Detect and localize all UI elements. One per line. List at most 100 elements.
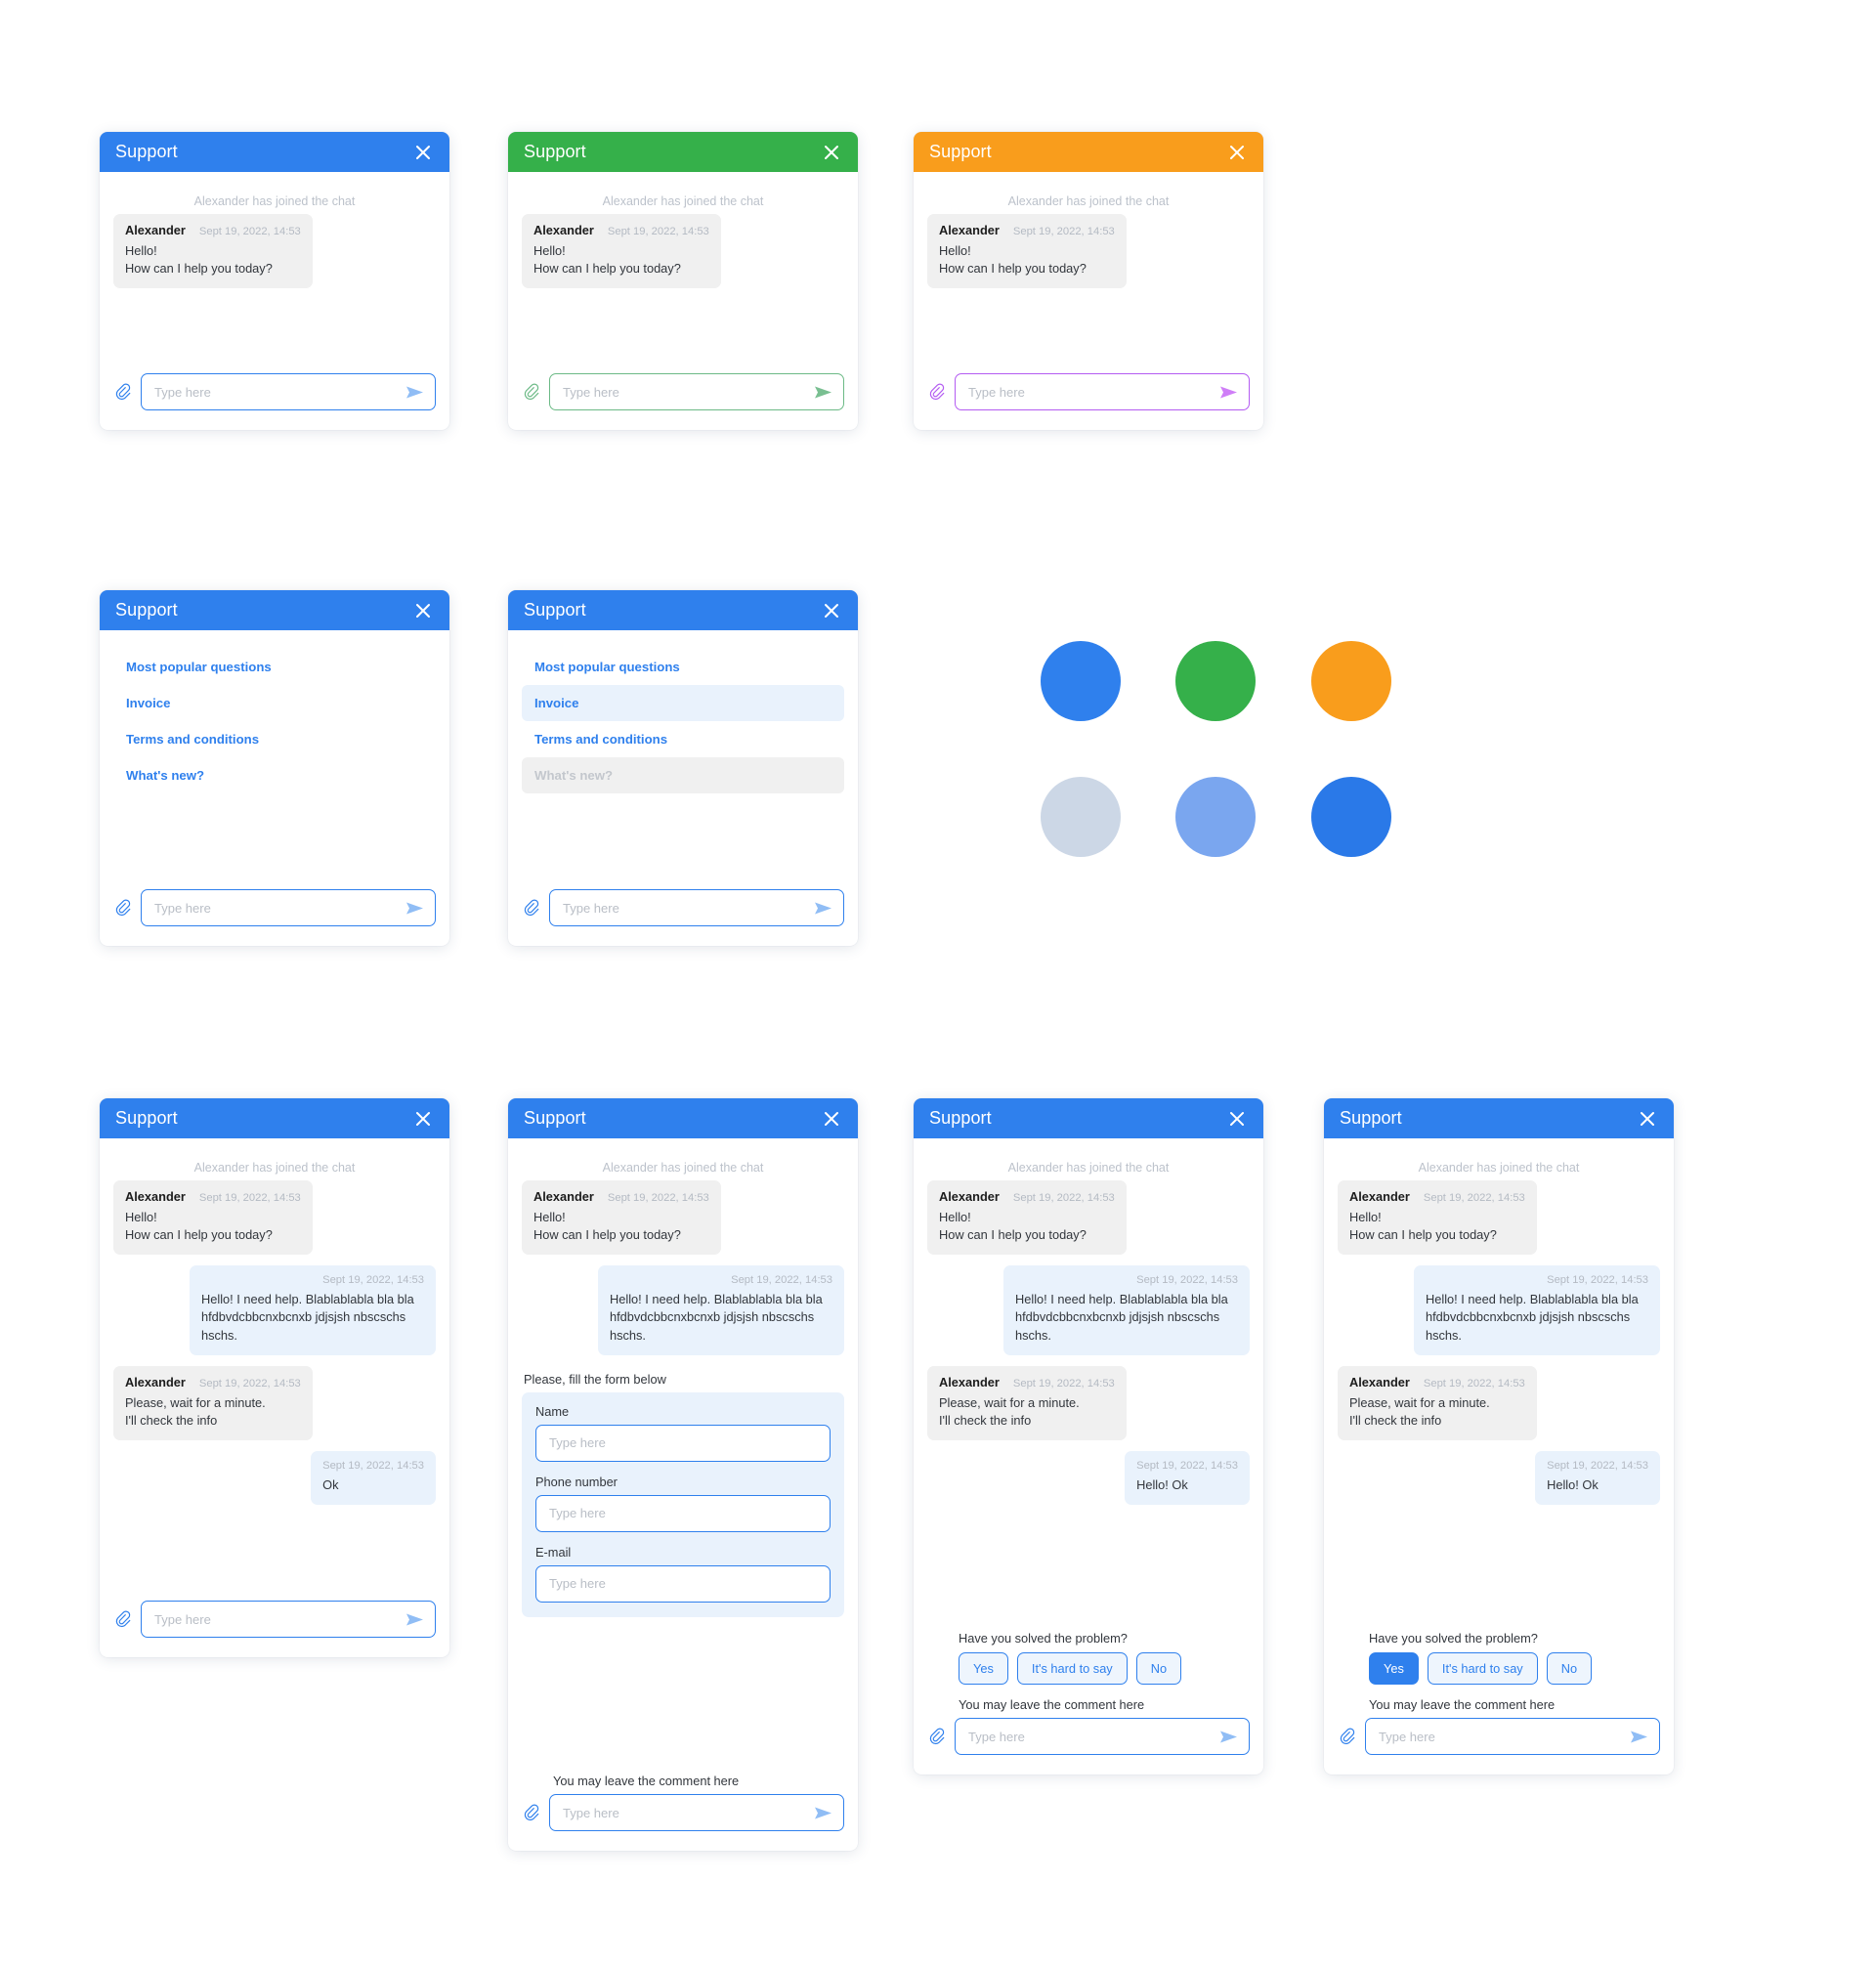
paperclip-icon[interactable]: [524, 899, 540, 918]
survey-option-its-hard-to-say[interactable]: It's hard to say: [1427, 1652, 1538, 1685]
comment-input[interactable]: Type here: [1365, 1718, 1660, 1755]
survey-option-yes[interactable]: Yes: [1369, 1652, 1419, 1685]
send-icon[interactable]: [405, 385, 424, 400]
faq-item-whats-new[interactable]: What's new?: [113, 757, 436, 793]
comment-input[interactable]: Type here: [955, 1718, 1250, 1755]
phone-label: Phone number: [535, 1474, 618, 1489]
message-input[interactable]: Type here: [955, 373, 1250, 410]
message-timestamp: Sept 19, 2022, 14:53: [198, 1377, 301, 1390]
card-header: Support: [914, 1098, 1263, 1138]
message-timestamp: Sept 19, 2022, 14:53: [1136, 1274, 1238, 1287]
close-icon[interactable]: [413, 1109, 433, 1129]
joined-notice: Alexander has joined the chat: [193, 1161, 356, 1175]
message-input-placeholder: Type here: [154, 900, 211, 916]
comment-label: You may leave the comment here: [959, 1697, 1145, 1712]
message-input[interactable]: Type here: [549, 889, 844, 926]
card-title: Support: [524, 600, 586, 620]
survey-option-no[interactable]: No: [1135, 1652, 1182, 1685]
faq-item-terms-and-conditions[interactable]: Terms and conditions: [113, 721, 436, 757]
message-input-row: Type here: [113, 1583, 436, 1657]
message-input[interactable]: Type here: [141, 373, 436, 410]
close-icon[interactable]: [413, 601, 433, 620]
message-bubble-user: Sept 19, 2022, 14:53 Hello! I need help.…: [598, 1265, 844, 1355]
survey-option-no[interactable]: No: [1546, 1652, 1593, 1685]
card-title: Support: [115, 142, 178, 161]
message-input-row: Type here: [113, 872, 436, 946]
card-body: Alexander has joined the chat Alexander …: [100, 1138, 449, 1657]
paperclip-icon[interactable]: [929, 1728, 946, 1746]
send-icon[interactable]: [405, 1612, 424, 1627]
joined-notice: Alexander has joined the chat: [602, 194, 764, 208]
faq-item-invoice[interactable]: Invoice: [522, 685, 844, 721]
send-icon[interactable]: [814, 1806, 832, 1820]
message-input-row: Type here: [522, 872, 844, 946]
color-swatch-pale-blue: [1041, 777, 1121, 857]
message-timestamp: Sept 19, 2022, 14:53: [1547, 1274, 1648, 1287]
name-field[interactable]: Type here: [535, 1424, 831, 1462]
message-input-placeholder: Type here: [563, 384, 619, 400]
paperclip-icon[interactable]: [115, 383, 132, 402]
message-text: Hello! How can I help you today?: [125, 1210, 273, 1243]
card-header: Support: [508, 1098, 858, 1138]
form-intro: Please, fill the form below: [524, 1371, 666, 1387]
faq-item-terms-and-conditions[interactable]: Terms and conditions: [522, 721, 844, 757]
close-icon[interactable]: [822, 143, 841, 162]
paperclip-icon[interactable]: [1340, 1728, 1356, 1746]
send-icon[interactable]: [405, 901, 424, 916]
close-icon[interactable]: [822, 601, 841, 620]
paperclip-icon[interactable]: [524, 383, 540, 402]
comment-label: You may leave the comment here: [553, 1774, 740, 1788]
faq-item-most-popular-questions[interactable]: Most popular questions: [522, 649, 844, 685]
message-author: Alexander: [939, 1189, 1000, 1204]
message-bubble-agent: Alexander Sept 19, 2022, 14:53 Please, w…: [927, 1365, 1127, 1441]
message-input-placeholder: Type here: [968, 384, 1025, 400]
send-icon[interactable]: [1219, 385, 1238, 400]
message-bubble-agent: Alexander Sept 19, 2022, 14:53 Hello! Ho…: [113, 1180, 313, 1256]
message-author: Alexander: [939, 223, 1000, 237]
message-input[interactable]: Type here: [141, 889, 436, 926]
card-title: Support: [929, 1108, 992, 1128]
close-icon[interactable]: [822, 1109, 841, 1129]
paperclip-icon[interactable]: [115, 899, 132, 918]
message-input[interactable]: Type here: [549, 373, 844, 410]
message-text: Please, wait for a minute. I'll check th…: [1349, 1394, 1490, 1428]
send-icon[interactable]: [814, 901, 832, 916]
color-swatch-green: [1175, 641, 1256, 721]
phone-field[interactable]: Type here: [535, 1494, 831, 1532]
close-icon[interactable]: [1227, 1109, 1247, 1129]
faq-item-invoice[interactable]: Invoice: [113, 685, 436, 721]
message-author: Alexander: [125, 1189, 186, 1204]
send-icon[interactable]: [1630, 1730, 1648, 1744]
comment-input[interactable]: Type here: [549, 1794, 844, 1831]
message-input[interactable]: Type here: [141, 1601, 436, 1638]
close-icon[interactable]: [413, 143, 433, 162]
send-icon[interactable]: [1219, 1730, 1238, 1744]
color-swatch-orange: [1311, 641, 1391, 721]
message-timestamp: Sept 19, 2022, 14:53: [1136, 1460, 1238, 1473]
card-body: Most popular questions Invoice Terms and…: [508, 630, 858, 946]
survey-option-yes[interactable]: Yes: [959, 1652, 1008, 1685]
message-input-placeholder: Type here: [154, 1611, 211, 1627]
message-text: Hello! Ok: [1136, 1477, 1188, 1493]
message-timestamp: Sept 19, 2022, 14:53: [1423, 1377, 1525, 1390]
close-icon[interactable]: [1227, 143, 1247, 162]
message-timestamp: Sept 19, 2022, 14:53: [198, 226, 301, 237]
message-timestamp: Sept 19, 2022, 14:53: [1012, 1377, 1115, 1390]
close-icon[interactable]: [1638, 1109, 1657, 1129]
faq-item-most-popular-questions[interactable]: Most popular questions: [113, 649, 436, 685]
send-icon[interactable]: [814, 385, 832, 400]
card-title: Support: [929, 142, 992, 161]
message-author: Alexander: [1349, 1189, 1410, 1204]
paperclip-icon[interactable]: [115, 1610, 132, 1629]
email-field[interactable]: Type here: [535, 1564, 831, 1603]
chat-card-blue: Support Alexander has joined the chat Al…: [100, 132, 449, 430]
comment-placeholder: Type here: [968, 1729, 1025, 1744]
message-bubble-user: Sept 19, 2022, 14:53 Hello! Ok: [1125, 1451, 1250, 1506]
paperclip-icon[interactable]: [524, 1804, 540, 1822]
survey-option-its-hard-to-say[interactable]: It's hard to say: [1016, 1652, 1128, 1685]
paperclip-icon[interactable]: [929, 383, 946, 402]
survey-card-selected: Support Alexander has joined the chat Al…: [1324, 1098, 1674, 1775]
message-bubble-user: Sept 19, 2022, 14:53 Hello! Ok: [1535, 1451, 1660, 1506]
